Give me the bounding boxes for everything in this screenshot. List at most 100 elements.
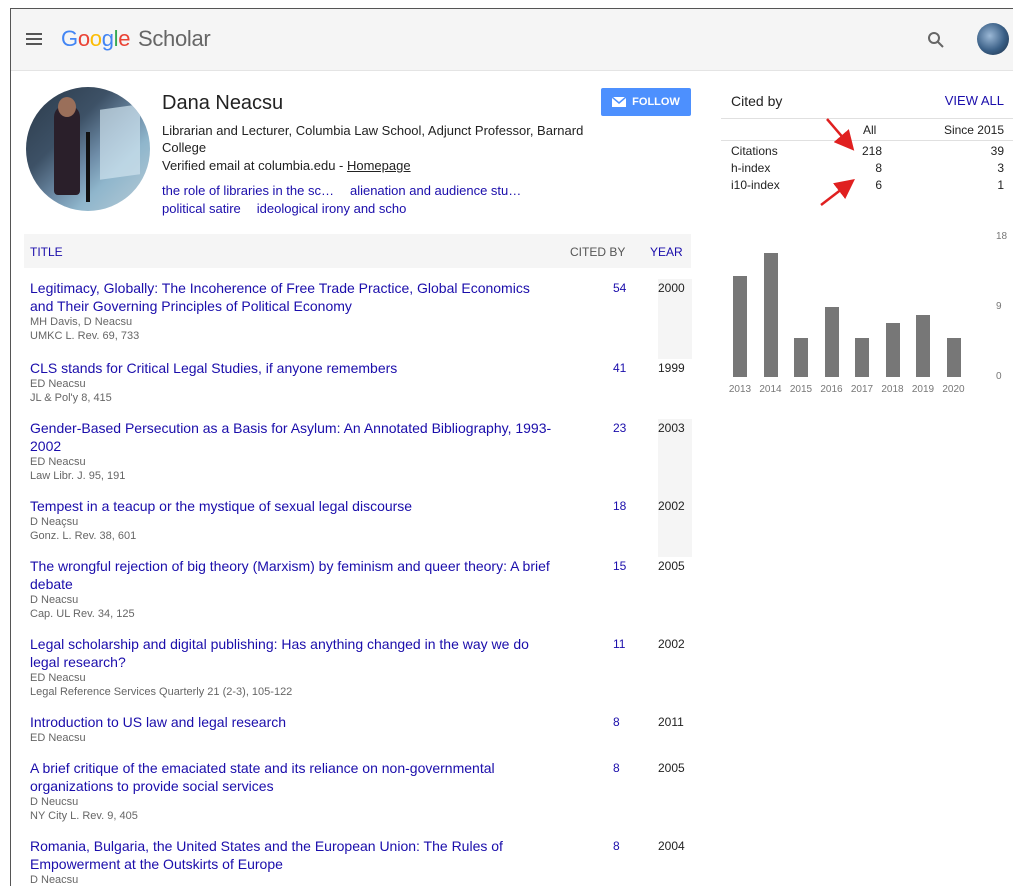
logo-letter: o [89,26,102,51]
col-since: Since 2015 [943,123,1004,137]
logo-letter: G [61,26,78,51]
interest-link[interactable]: alienation and audience stu… [350,183,521,198]
table-row: Tempest in a teacup or the mystique of s… [24,497,692,557]
chart-bar[interactable] [763,252,778,377]
chart-y-label: 0 [996,371,1002,382]
profile-name: Dana Neacsu [162,92,284,114]
article-year: 2003 [658,419,692,497]
article-year: 2002 [658,637,685,651]
article-title[interactable]: Gender-Based Persecution as a Basis for … [24,419,554,455]
chart-x-label: 2017 [850,384,874,395]
follow-button[interactable]: FOLLOW [601,88,691,116]
article-year: 2004 [658,839,685,853]
article-authors: MH Davis, D Neacsu [30,316,133,328]
cited-by-header: Cited by VIEW ALL [721,85,1013,119]
stat-name: i10-index [731,178,780,192]
article-venue: UMKC L. Rev. 69, 733 [30,330,140,342]
interest-link[interactable]: ideological irony and scho [257,201,407,216]
hamburger-menu-icon[interactable] [26,33,42,45]
profile-email: Verified email at columbia.edu - Homepag… [162,158,411,173]
top-bar: Google Scholar [11,9,1013,71]
citation-stats-table: All Since 2015 Citations 218 39 h-index … [721,119,1013,192]
article-authors: D Neacsu [30,874,79,886]
article-year: 2005 [658,559,685,573]
chart-bar[interactable] [733,275,747,377]
article-year: 2011 [658,715,684,729]
email-verified-text: Verified email at columbia.edu - [162,158,347,173]
table-row: Gender-Based Persecution as a Basis for … [24,419,692,497]
article-title[interactable]: Romania, Bulgaria, the United States and… [24,837,554,873]
cited-count[interactable]: 18 [613,499,626,513]
stat-name: Citations [731,144,778,158]
article-title[interactable]: CLS stands for Critical Legal Studies, i… [24,359,554,377]
sort-by-year[interactable]: YEAR [650,245,683,259]
chart-bar[interactable] [946,338,961,377]
stats-row: Citations 218 39 [721,141,1013,158]
chart-x-label: 2018 [881,384,904,395]
cited-count[interactable]: 15 [613,559,626,573]
chart-bar[interactable] [794,338,808,377]
article-venue: Law Libr. J. 95, 191 [30,470,126,482]
article-title[interactable]: The wrongful rejection of big theory (Ma… [24,557,554,593]
article-venue: Cap. UL Rev. 34, 125 [30,608,135,620]
logo-letter: g [101,26,114,51]
logo-scholar-text: Scholar [137,26,211,51]
stats-column-header: All Since 2015 [721,119,1013,141]
table-row: CLS stands for Critical Legal Studies, i… [24,359,691,419]
account-avatar[interactable] [977,23,1009,55]
chart-x-label: 2020 [942,384,965,395]
chart-x-label: 2014 [759,384,782,395]
table-row: The wrongful rejection of big theory (Ma… [24,557,691,635]
table-row: Legitimacy, Globally: The Incoherence of… [24,279,692,359]
interest-link[interactable]: the role of libraries in the sc… [162,183,334,198]
stat-since: 3 [997,161,1004,175]
sort-by-title[interactable]: TITLE [30,245,63,259]
article-authors: ED Neacsu [30,732,86,744]
stat-all: 218 [861,144,882,158]
chart-bar[interactable] [824,307,839,377]
table-row: Romania, Bulgaria, the United States and… [24,837,691,886]
article-authors: D Neucsu [30,796,79,808]
stat-all: 6 [875,178,882,192]
article-year: 2000 [658,279,692,359]
articles-table-header: TITLE CITED BY YEAR [24,234,691,268]
article-authors: D Neaçsu [30,516,79,528]
view-all-link[interactable]: VIEW ALL [945,93,1004,108]
chart-bar[interactable] [916,314,930,377]
cited-count[interactable]: 8 [613,715,620,729]
cited-count[interactable]: 23 [613,421,626,435]
cited-count[interactable]: 41 [613,361,626,375]
table-row: Legal scholarship and digital publishing… [24,635,691,713]
article-authors: ED Neacsu [30,456,86,468]
homepage-link[interactable]: Homepage [347,158,411,173]
profile-affiliation: Librarian and Lecturer, Columbia Law Sch… [162,123,584,155]
cited-count[interactable]: 11 [613,637,625,651]
chart-bar[interactable] [885,322,900,377]
cited-count[interactable]: 54 [613,281,626,295]
article-title[interactable]: Legitimacy, Globally: The Incoherence of… [24,279,554,315]
article-title[interactable]: Legal scholarship and digital publishing… [24,635,554,671]
stats-row: h-index 8 3 [721,158,1013,175]
citations-per-year-chart: 2013 2014 2015 2016 2017 2018 2019 2020 18 9 0 [721,224,1013,404]
table-row: A brief critique of the emaciated state … [24,759,691,837]
article-year: 2002 [658,497,692,557]
follow-label: FOLLOW [632,96,680,108]
cited-count[interactable]: 8 [613,761,620,775]
chart-x-label: 2015 [789,384,813,395]
cited-count[interactable]: 8 [613,839,620,853]
interest-link[interactable]: political satire [162,201,241,216]
article-title[interactable]: Tempest in a teacup or the mystique of s… [24,497,554,515]
profile-photo [26,87,150,211]
chart-x-label: 2016 [820,384,843,395]
article-venue: JL & Pol'y 8, 415 [30,392,112,404]
article-authors: ED Neacsu [30,672,86,684]
google-scholar-logo[interactable]: Google Scholar [61,26,211,52]
chart-x-label: 2019 [911,384,935,395]
article-title[interactable]: Introduction to US law and legal researc… [24,713,554,731]
chart-x-label: 2013 [728,384,752,395]
articles-list: Legitimacy, Globally: The Incoherence of… [24,279,692,886]
article-title[interactable]: A brief critique of the emaciated state … [24,759,554,795]
sort-by-cited[interactable]: CITED BY [570,245,625,259]
chart-bar[interactable] [855,338,869,377]
search-icon[interactable] [927,31,945,49]
